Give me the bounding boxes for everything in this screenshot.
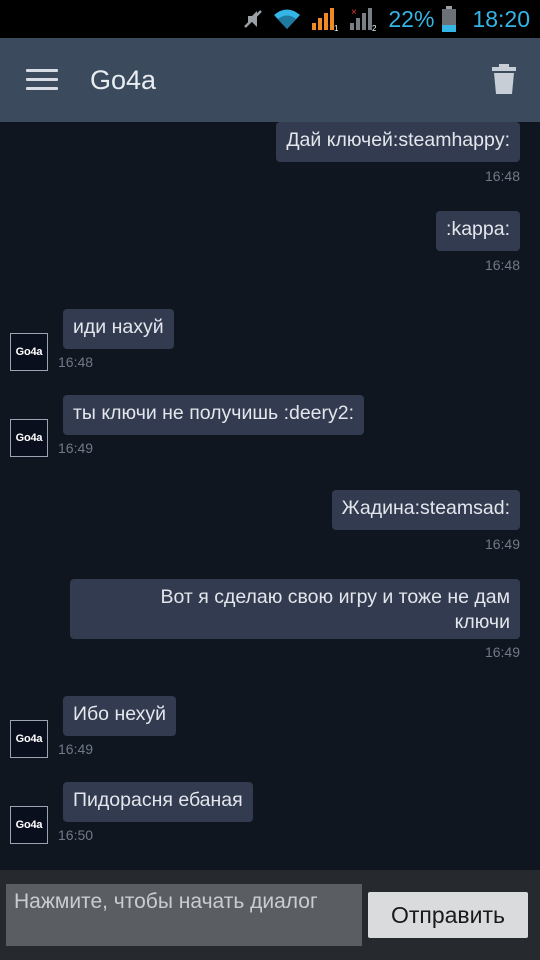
message-list[interactable]: Дай ключей:steamhappy: 16:48 :kappa: 16:… [0,122,540,870]
message-bubble: Жадина:steamsad: [331,490,520,530]
message-bubble: ты ключи не получишь :deery2: [63,395,365,435]
message-outgoing: Дай ключей:steamhappy: [276,122,520,162]
message-bubble: Пидорасня ебаная [63,782,253,822]
message-time: 16:49 [58,440,94,456]
message-time: 16:49 [484,644,520,660]
menu-icon[interactable] [26,69,58,91]
clock: 18:20 [472,5,530,32]
message-incoming: иди нахуй [63,309,174,349]
wifi-icon [274,9,301,29]
svg-text:1: 1 [334,24,339,32]
message-bubble: Вот я сделаю свою игру и тоже не дам клю… [70,579,520,639]
message-incoming: Пидорасня ебаная [63,782,253,822]
message-time: 16:48 [58,354,94,370]
battery-icon [442,6,457,32]
message-outgoing: Жадина:steamsad: [331,490,520,530]
mute-icon [244,10,263,28]
message-incoming: Ибо нехуй [63,696,177,736]
status-bar: 1 × 2 22% 18:20 [0,0,540,38]
signal-sim2-icon: × 2 [350,7,377,32]
contact-avatar[interactable]: Go4a [10,720,48,758]
svg-text:2: 2 [372,24,377,32]
battery-percent: 22% [388,5,435,32]
signal-sim1-icon: 1 [312,8,339,32]
message-outgoing: Вот я сделаю свою игру и тоже не дам клю… [70,579,520,639]
message-outgoing: :kappa: [436,211,520,251]
message-incoming: ты ключи не получишь :deery2: [63,395,365,435]
message-bubble: Ибо нехуй [63,696,177,736]
message-input[interactable]: Нажмите, чтобы начать диалог [6,884,362,946]
message-time: 16:50 [58,827,94,843]
message-time: 16:49 [58,741,94,757]
message-time: 16:49 [484,536,520,552]
chat-title: Go4a [90,64,157,95]
contact-avatar[interactable]: Go4a [10,419,48,457]
send-button[interactable]: Отправить [368,892,528,938]
message-input-placeholder: Нажмите, чтобы начать диалог [14,890,318,913]
contact-avatar[interactable]: Go4a [10,333,48,371]
message-bubble: Дай ключей:steamhappy: [276,122,520,162]
message-bubble: :kappa: [436,211,520,251]
contact-avatar[interactable]: Go4a [10,806,48,844]
composer-bar: Нажмите, чтобы начать диалог Отправить [0,870,540,960]
svg-text:×: × [351,7,357,18]
message-time: 16:48 [484,257,520,273]
app-bar: Go4a [0,38,540,122]
message-bubble: иди нахуй [63,309,174,349]
message-time: 16:48 [484,168,520,184]
trash-icon[interactable] [492,64,516,94]
